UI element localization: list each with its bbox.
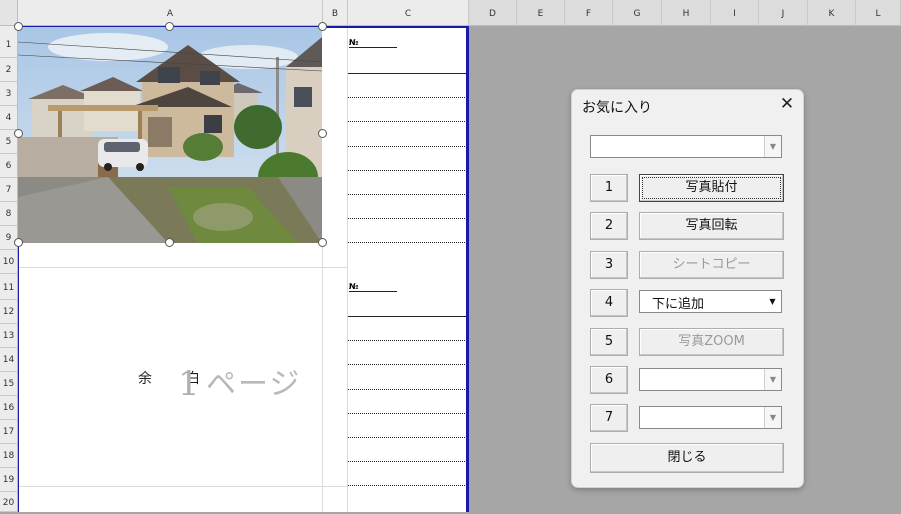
row-header-11[interactable]: 11: [0, 274, 18, 300]
gridline: [18, 486, 347, 487]
copy-sheet-button[interactable]: シートコピー: [639, 251, 784, 279]
number-button-3[interactable]: 3: [590, 251, 628, 279]
row-header-16[interactable]: 16: [0, 396, 18, 420]
number-label: №: [349, 282, 397, 292]
row-header-13[interactable]: 13: [0, 324, 18, 348]
dotted-line: [348, 242, 467, 243]
row-header-17[interactable]: 17: [0, 420, 18, 444]
number-button-5[interactable]: 5: [590, 328, 628, 356]
page-label-watermark: ページ: [206, 367, 302, 402]
insert-position-select[interactable]: 下に追加 ▼: [639, 290, 782, 313]
margin-label-left: 余: [138, 371, 152, 387]
row-header-15[interactable]: 15: [0, 372, 18, 396]
resize-handle[interactable]: [165, 238, 174, 247]
insert-position-value: 下に追加: [652, 297, 705, 312]
gridline: [347, 26, 348, 512]
dotted-line: [348, 121, 467, 122]
dialog-title: お気に入り: [582, 100, 652, 116]
resize-handle[interactable]: [14, 22, 23, 31]
option-select-6[interactable]: ▼: [639, 368, 782, 391]
dotted-line: [348, 389, 467, 390]
column-header-d[interactable]: D: [469, 0, 517, 26]
resize-handle[interactable]: [14, 129, 23, 138]
chevron-down-icon[interactable]: ▼: [764, 136, 781, 157]
column-header-f[interactable]: F: [565, 0, 613, 26]
row-header-7[interactable]: 7: [0, 178, 18, 202]
rotate-photo-button[interactable]: 写真回転: [639, 212, 784, 240]
column-header-e[interactable]: E: [517, 0, 565, 26]
resize-handle[interactable]: [318, 238, 327, 247]
number-button-7[interactable]: 7: [590, 404, 628, 432]
number-button-1[interactable]: 1: [590, 174, 628, 202]
dotted-line: [348, 485, 467, 486]
chevron-down-icon[interactable]: ▼: [764, 291, 781, 312]
close-icon[interactable]: ✕: [777, 94, 797, 114]
row-header-14[interactable]: 14: [0, 348, 18, 372]
gridline: [322, 243, 323, 512]
dotted-line: [348, 146, 467, 147]
dotted-line: [348, 194, 467, 195]
dotted-line: [348, 97, 467, 98]
chevron-down-icon[interactable]: ▼: [764, 407, 781, 428]
dotted-line: [348, 340, 467, 341]
underline: [348, 73, 467, 74]
favorites-dialog: お気に入り ✕ ▼ 1 写真貼付 2 写真回転 3 シートコピー 4 下に追加 …: [571, 89, 804, 488]
number-button-4[interactable]: 4: [590, 289, 628, 317]
column-header-g[interactable]: G: [613, 0, 662, 26]
column-header-l[interactable]: L: [856, 0, 901, 26]
resize-handle[interactable]: [165, 22, 174, 31]
option-select-7[interactable]: ▼: [639, 406, 782, 429]
resize-handle[interactable]: [318, 22, 327, 31]
column-header-i[interactable]: I: [711, 0, 759, 26]
close-button[interactable]: 閉じる: [590, 443, 784, 473]
row-header-3[interactable]: 3: [0, 82, 18, 106]
number-label: №: [349, 38, 397, 48]
house-photo[interactable]: [18, 27, 322, 243]
row-header-10[interactable]: 10: [0, 250, 18, 274]
row-header-6[interactable]: 6: [0, 154, 18, 178]
column-header-j[interactable]: J: [759, 0, 808, 26]
row-header-1[interactable]: 1: [0, 26, 18, 58]
gridline: [18, 267, 347, 268]
row-header-4[interactable]: 4: [0, 106, 18, 130]
column-header-h[interactable]: H: [662, 0, 711, 26]
page-number-watermark: 1: [178, 364, 200, 404]
dotted-line: [348, 364, 467, 365]
chevron-down-icon[interactable]: ▼: [764, 369, 781, 390]
dotted-line: [348, 218, 467, 219]
underline: [348, 316, 467, 317]
column-header-c[interactable]: C: [348, 0, 469, 26]
column-header-k[interactable]: K: [808, 0, 856, 26]
dotted-line: [348, 437, 467, 438]
number-button-2[interactable]: 2: [590, 212, 628, 240]
paste-photo-button[interactable]: 写真貼付: [639, 174, 784, 202]
row-header-12[interactable]: 12: [0, 300, 18, 324]
row-header-18[interactable]: 18: [0, 444, 18, 468]
column-header-b[interactable]: B: [323, 0, 348, 26]
row-header-19[interactable]: 19: [0, 468, 18, 492]
dotted-line: [348, 170, 467, 171]
photo-zoom-button[interactable]: 写真ZOOM: [639, 328, 784, 356]
dotted-line: [348, 413, 467, 414]
row-header-20[interactable]: 20: [0, 492, 18, 512]
resize-handle[interactable]: [318, 129, 327, 138]
row-header-2[interactable]: 2: [0, 58, 18, 82]
dotted-line: [348, 461, 467, 462]
number-button-6[interactable]: 6: [590, 366, 628, 394]
resize-handle[interactable]: [14, 238, 23, 247]
row-header-8[interactable]: 8: [0, 202, 18, 226]
favorites-select[interactable]: ▼: [590, 135, 782, 158]
